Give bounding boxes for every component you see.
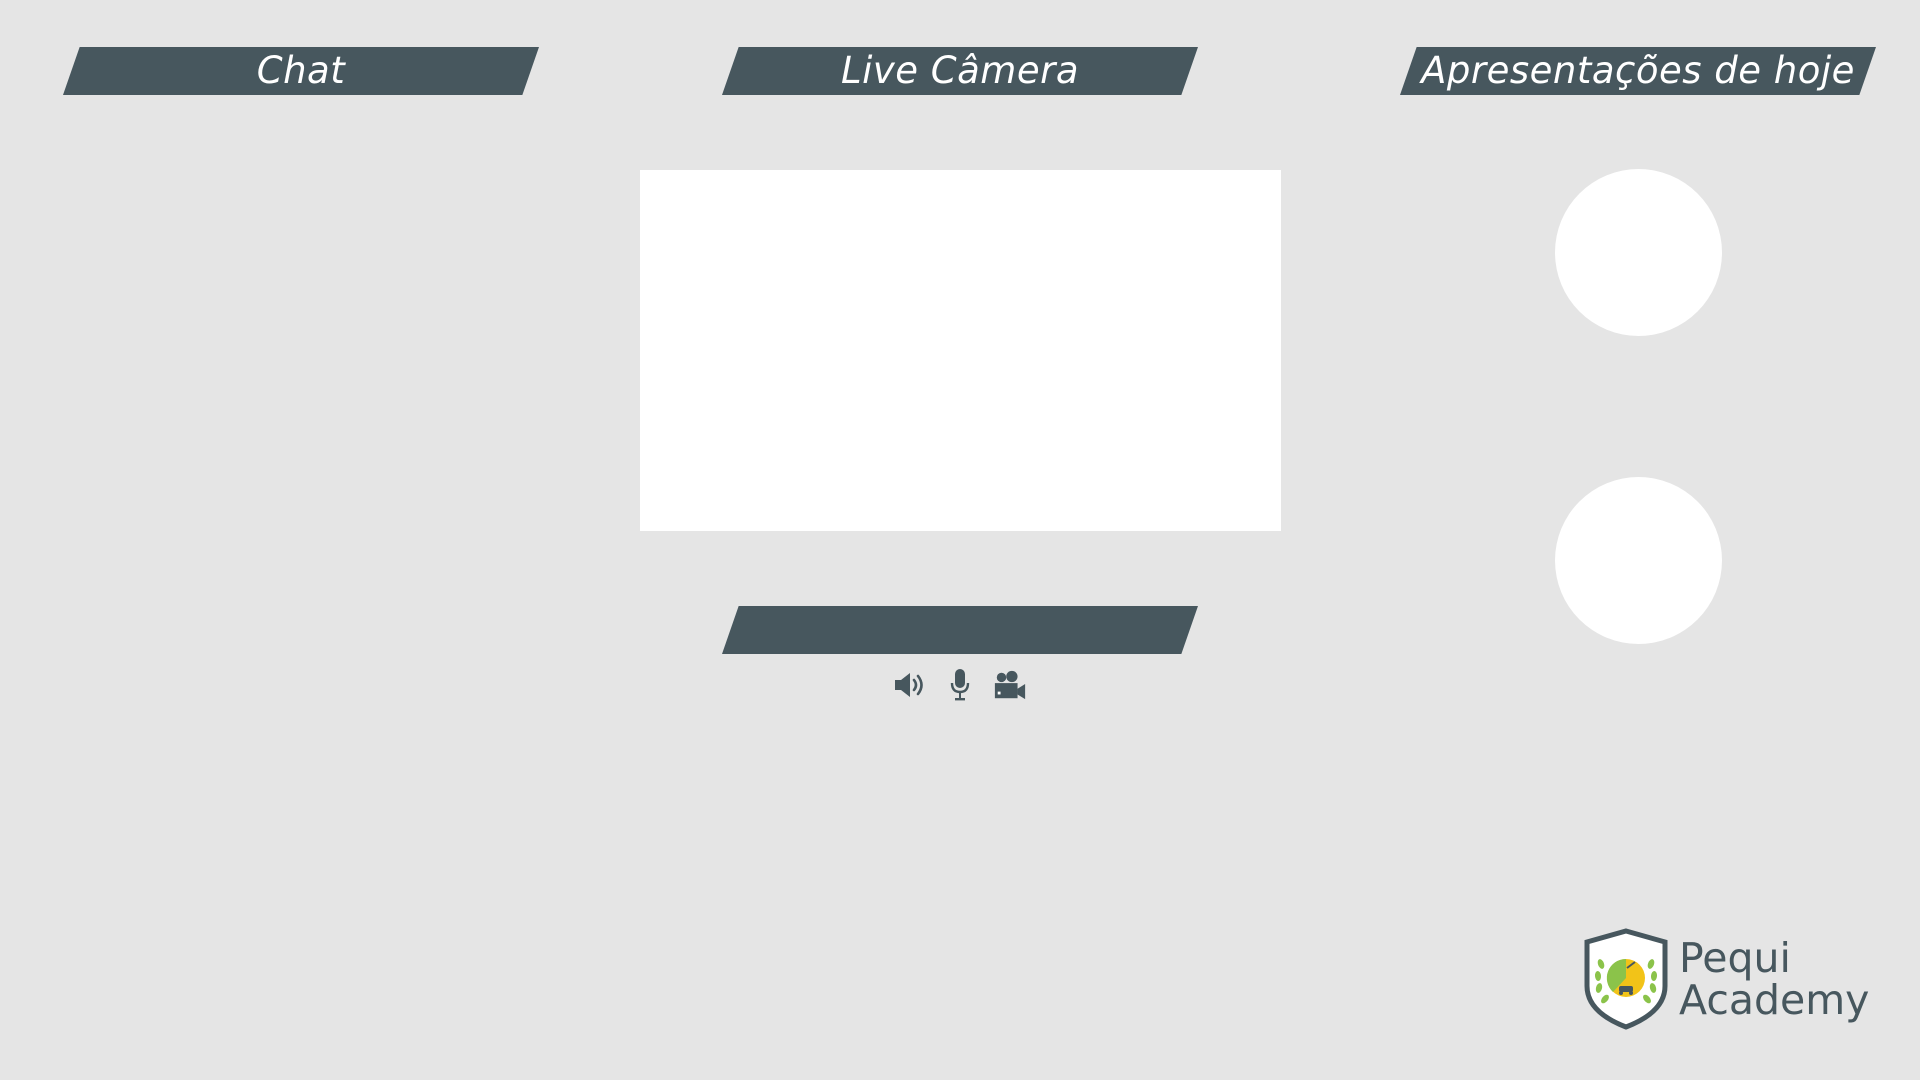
live-camera-title: Live Câmera xyxy=(840,49,1079,92)
microphone-icon xyxy=(950,669,970,701)
chat-title: Chat xyxy=(256,49,346,92)
live-camera-video xyxy=(640,170,1281,531)
presenter-avatar-1 xyxy=(1555,169,1722,336)
brand-logo: Pequi Academy xyxy=(1583,928,1869,1030)
shield-emblem-icon xyxy=(1584,928,1668,1030)
microphone-button[interactable] xyxy=(943,668,977,702)
chat-header: Chat xyxy=(63,47,539,95)
presenter-avatar-2 xyxy=(1555,477,1722,644)
presentations-header: Apresentações de hoje xyxy=(1400,47,1876,95)
media-controls xyxy=(893,668,1027,702)
brand-name-line1: Pequi xyxy=(1679,934,1791,982)
speaker-button[interactable] xyxy=(893,668,927,702)
camera-button[interactable] xyxy=(993,668,1027,702)
video-camera-icon xyxy=(994,670,1026,700)
speaker-icon xyxy=(895,673,923,697)
brand-name: Pequi Academy xyxy=(1679,937,1869,1021)
stream-status-bar xyxy=(722,606,1198,654)
live-camera-header: Live Câmera xyxy=(722,47,1198,95)
brand-name-line2: Academy xyxy=(1679,976,1870,1024)
presentations-title: Apresentações de hoje xyxy=(1421,49,1855,92)
stream-status-banner xyxy=(722,606,1198,654)
